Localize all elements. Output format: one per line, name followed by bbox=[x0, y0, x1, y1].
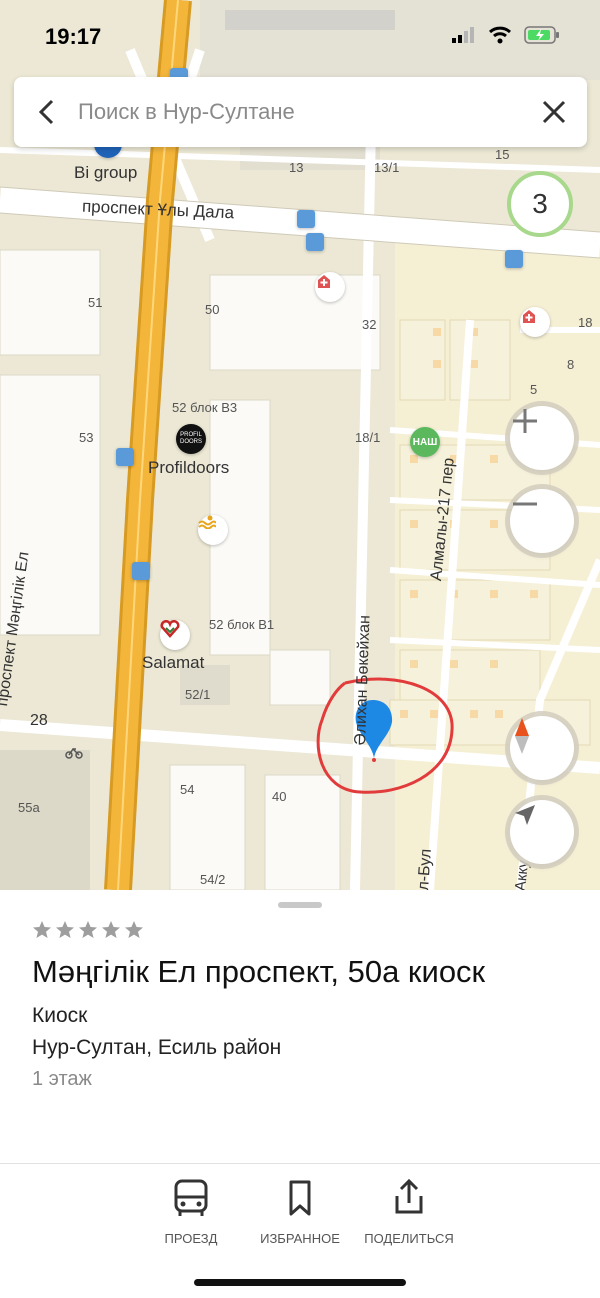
star-icon[interactable] bbox=[124, 920, 144, 940]
bicycle-icon bbox=[65, 745, 83, 763]
hospital-icon[interactable] bbox=[315, 272, 345, 302]
home-indicator[interactable] bbox=[194, 1279, 406, 1286]
share-button[interactable]: ПОДЕЛИТЬСЯ bbox=[349, 1178, 469, 1246]
house-number: 18/1 bbox=[355, 430, 381, 445]
battery-charging-icon bbox=[524, 26, 559, 44]
nash-store-icon[interactable]: НАШ bbox=[410, 427, 440, 457]
bookmark-icon bbox=[289, 1180, 311, 1216]
signal-icon bbox=[452, 27, 474, 43]
search-bar[interactable]: Поиск в Нур-Султане bbox=[14, 77, 587, 147]
place-category: Киоск bbox=[32, 1004, 88, 1027]
house-number: 28 bbox=[30, 712, 48, 729]
share-icon bbox=[395, 1178, 423, 1214]
bus-stop-icon[interactable] bbox=[505, 250, 523, 268]
house-number: 52 блок В3 bbox=[172, 400, 238, 415]
route-button[interactable]: ПРОЕЗД bbox=[131, 1178, 251, 1246]
house-number: 52 блок В1 bbox=[209, 617, 275, 632]
route-label: ПРОЕЗД bbox=[164, 1231, 218, 1246]
house-number: 50 bbox=[205, 302, 220, 317]
house-number: 32 bbox=[362, 317, 377, 332]
profildoors-logo-icon[interactable]: PROFIL DOORS bbox=[176, 424, 206, 454]
bus-stop-icon[interactable] bbox=[132, 562, 150, 580]
drag-handle[interactable] bbox=[278, 902, 322, 908]
my-location-button[interactable] bbox=[510, 800, 574, 864]
place-card[interactable]: Мәңгілік Ел проспект, 50а киоск Киоск Ну… bbox=[0, 890, 600, 1298]
star-icon[interactable] bbox=[78, 920, 98, 940]
cluster-count-badge[interactable]: 3 bbox=[507, 171, 573, 237]
place-title: Мәңгілік Ел проспект, 50а киоск bbox=[32, 954, 486, 989]
house-number: 13/1 bbox=[374, 160, 400, 175]
status-time: 19:17 bbox=[45, 24, 102, 49]
house-number: 51 bbox=[88, 295, 103, 310]
back-arrow-icon[interactable] bbox=[32, 97, 62, 127]
star-icon[interactable] bbox=[55, 920, 75, 940]
house-number: 53 bbox=[79, 430, 94, 445]
poi-label-salamat[interactable]: Salamat bbox=[142, 653, 204, 673]
house-number: 55а bbox=[18, 800, 40, 815]
close-icon[interactable] bbox=[539, 97, 569, 127]
hospital-icon[interactable] bbox=[520, 307, 550, 337]
status-icons bbox=[452, 26, 560, 44]
house-number: 5 bbox=[530, 382, 538, 397]
location-arrow-icon bbox=[515, 805, 535, 825]
divider bbox=[0, 1163, 600, 1164]
minus-icon bbox=[513, 502, 537, 506]
star-icon[interactable] bbox=[32, 920, 52, 940]
house-number: 13 bbox=[289, 160, 304, 175]
pool-icon[interactable] bbox=[198, 515, 228, 545]
house-number: 18 bbox=[578, 315, 593, 330]
star-icon[interactable] bbox=[101, 920, 121, 940]
zoom-in-button[interactable] bbox=[510, 406, 574, 470]
bus-stop-icon[interactable] bbox=[116, 448, 134, 466]
poi-label-bigroup[interactable]: Bi group bbox=[74, 163, 137, 183]
bus-stop-icon[interactable] bbox=[306, 233, 324, 251]
favorite-label: ИЗБРАННОЕ bbox=[260, 1231, 340, 1246]
house-number: 54 bbox=[180, 782, 195, 797]
compass-icon bbox=[515, 718, 529, 754]
bus-icon bbox=[174, 1179, 208, 1216]
place-address: Нур-Султан, Есиль район bbox=[32, 1036, 282, 1059]
house-number: 54/2 bbox=[200, 872, 226, 887]
house-number: 40 bbox=[272, 789, 287, 804]
wifi-icon bbox=[489, 26, 511, 44]
house-number: 8 bbox=[567, 357, 575, 372]
compass-button[interactable] bbox=[510, 716, 574, 780]
salamat-logo-icon[interactable] bbox=[160, 620, 190, 650]
house-number: 52/1 bbox=[185, 687, 211, 702]
share-label: ПОДЕЛИТЬСЯ bbox=[364, 1231, 454, 1246]
search-input[interactable]: Поиск в Нур-Султане bbox=[78, 99, 295, 125]
favorite-button[interactable]: ИЗБРАННОЕ bbox=[240, 1178, 360, 1246]
status-bar: 19:17 bbox=[0, 0, 600, 70]
poi-label-profildoors[interactable]: Profildoors bbox=[148, 458, 229, 478]
rating-stars[interactable] bbox=[32, 920, 144, 940]
plus-icon bbox=[513, 409, 537, 433]
place-floor: 1 этаж bbox=[32, 1068, 92, 1090]
bus-stop-icon[interactable] bbox=[297, 210, 315, 228]
house-number: 15 bbox=[495, 147, 510, 162]
zoom-out-button[interactable] bbox=[510, 489, 574, 553]
